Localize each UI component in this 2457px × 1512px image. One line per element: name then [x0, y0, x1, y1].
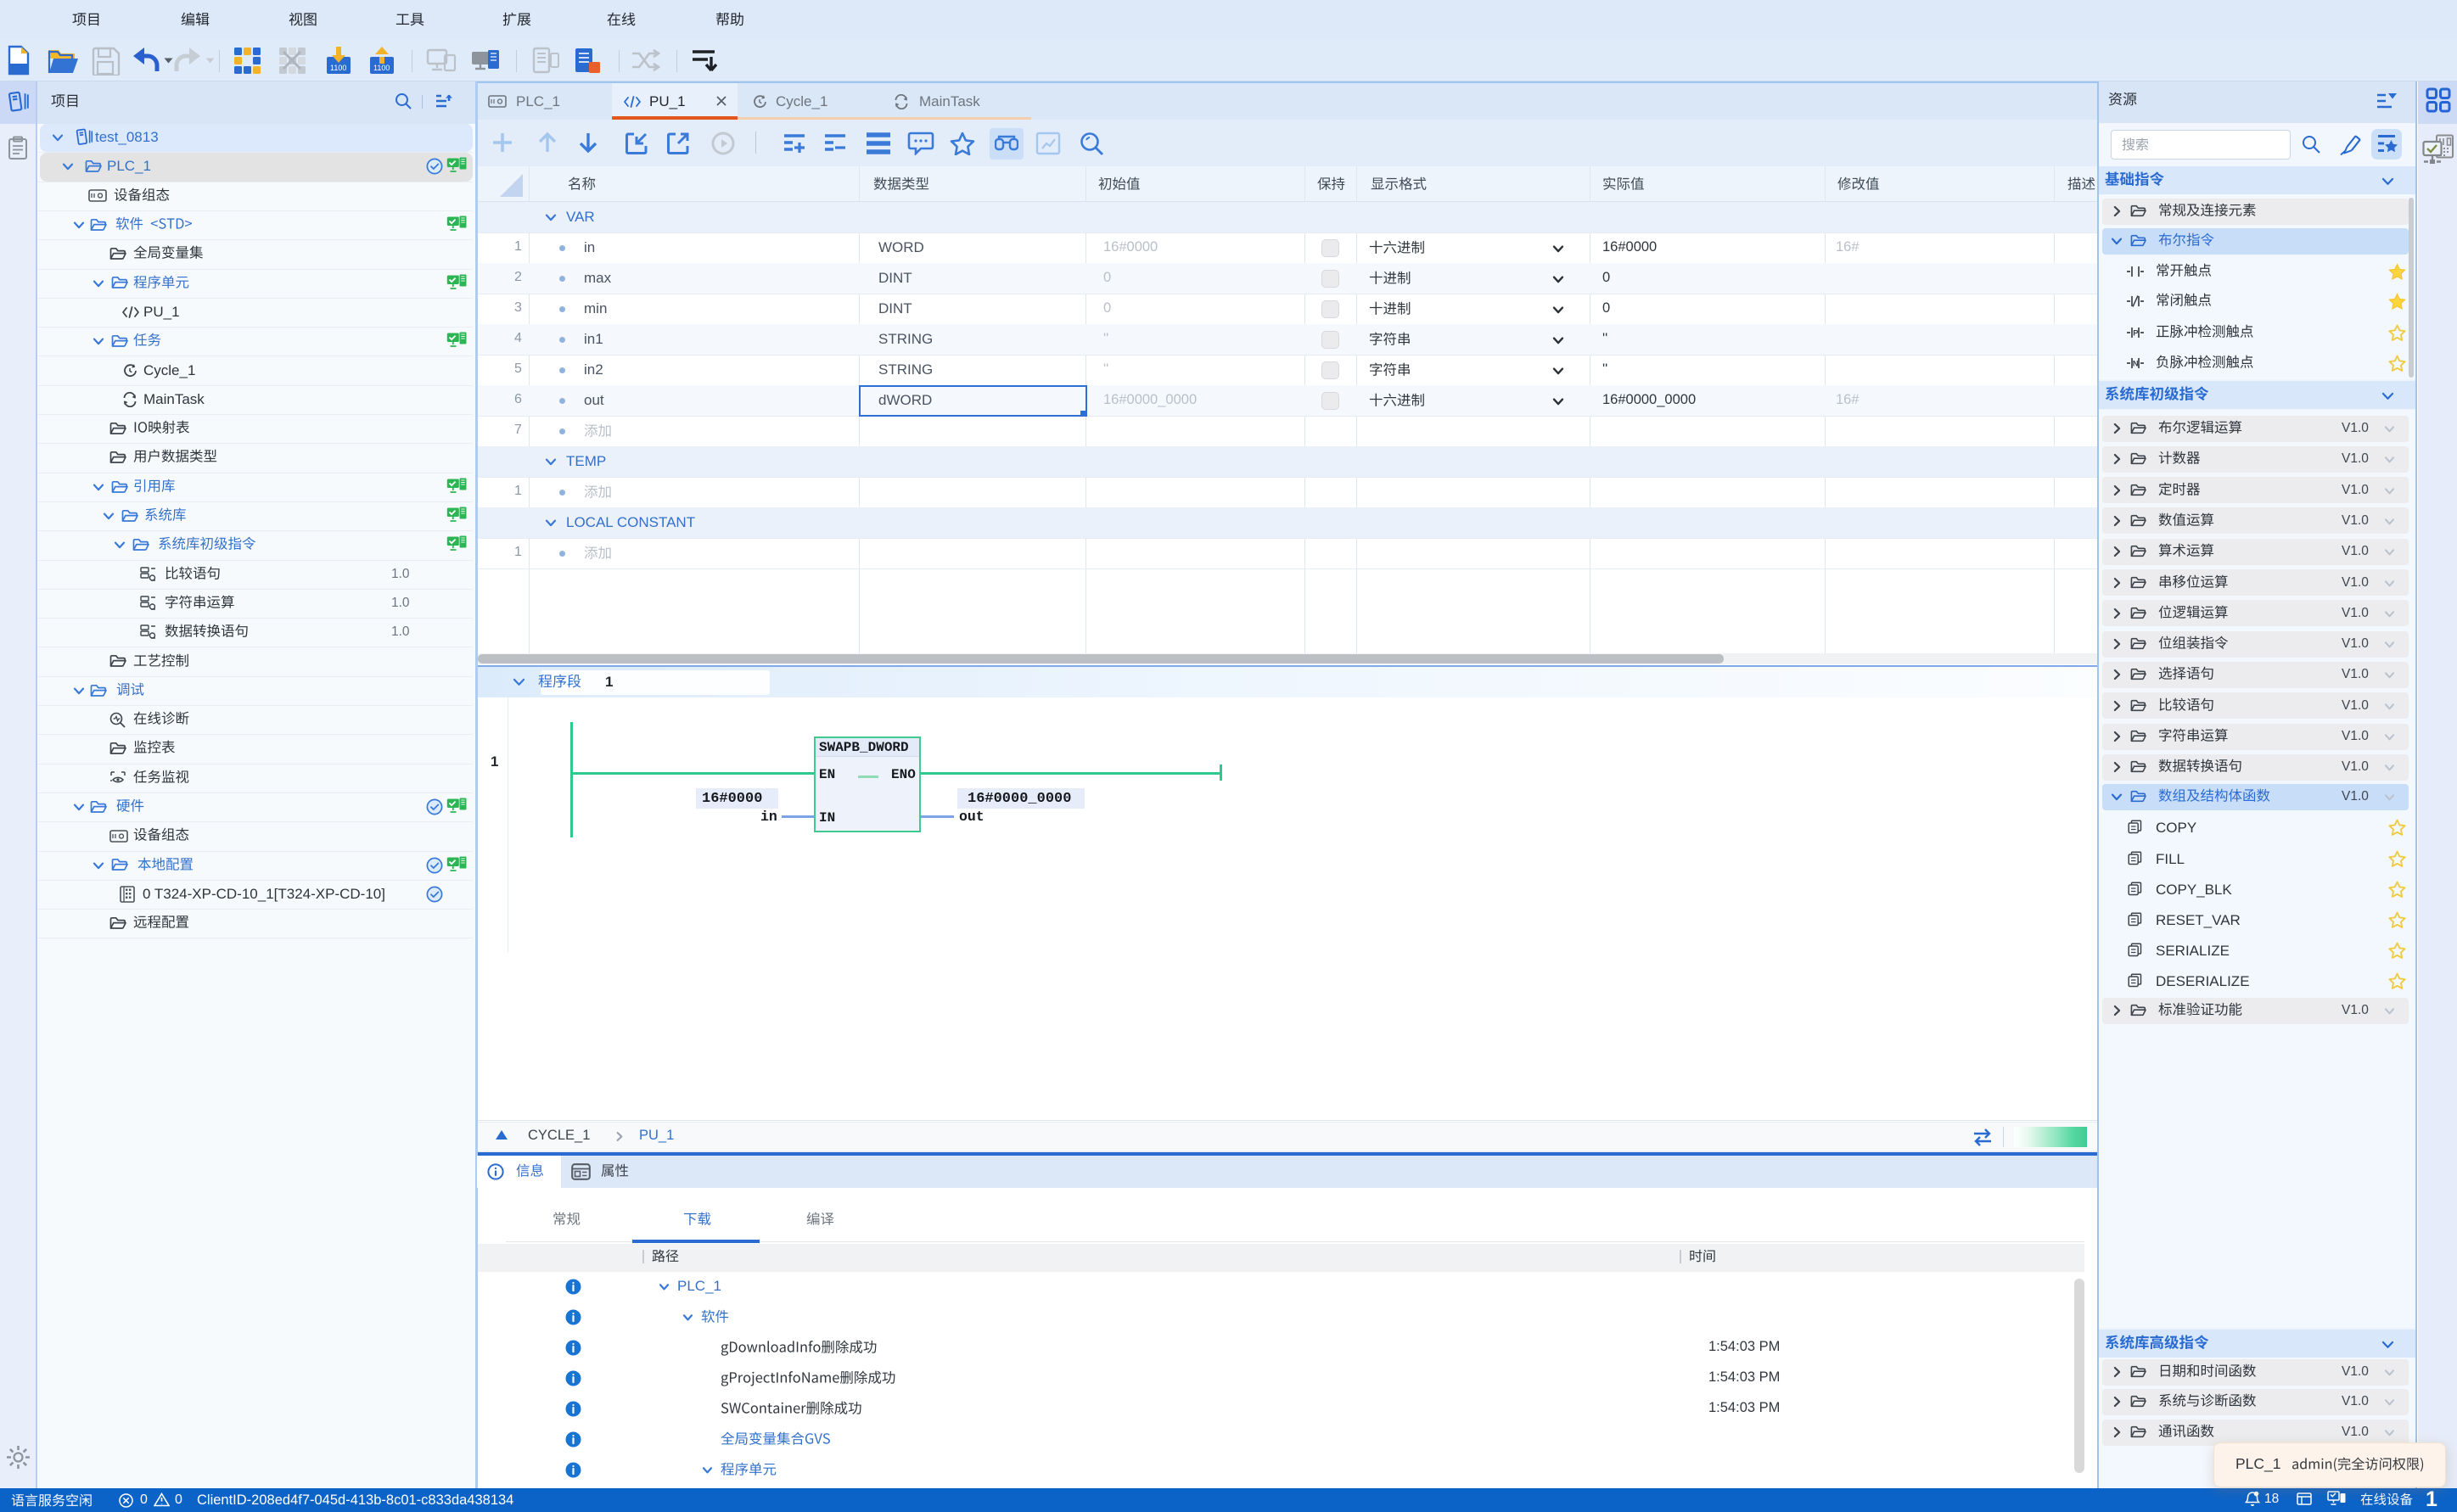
svg-text:N: N: [2133, 360, 2139, 369]
svg-text:P: P: [2133, 329, 2139, 339]
svg-text:1100: 1100: [330, 64, 346, 72]
svg-text:1100: 1100: [373, 64, 390, 72]
